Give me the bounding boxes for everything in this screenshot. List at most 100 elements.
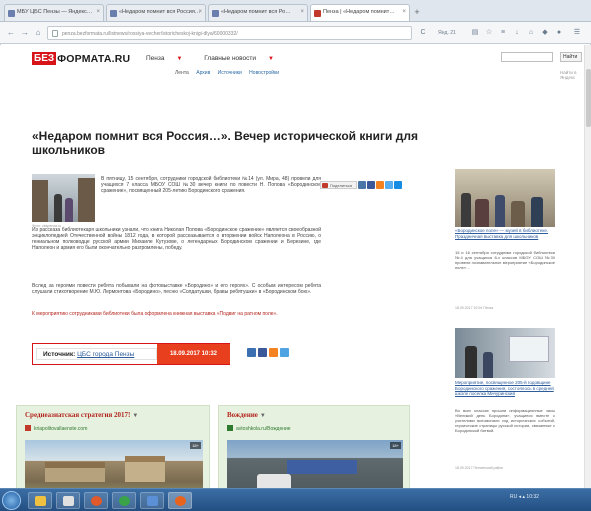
browser-tab-active[interactable]: Пенза | «Недаром помнит… × [310,4,410,21]
vk-share-icon[interactable] [358,181,367,189]
browser-tab[interactable]: МБУ ЦБС Пензы — Яндекс… × [4,4,104,21]
browser-tab[interactable]: «Недаром помнит вся Россия… × [106,4,206,21]
source-info: Источник: ЦБС города Пензы [36,348,157,360]
sidebar-news-text: Во всех классах прошли информационные ча… [455,408,555,433]
sidebar-news-link[interactable]: «Бородинское поле» — музей в библиотеке.… [455,228,555,239]
taskbar-media[interactable] [84,492,108,509]
subnav-item[interactable]: Новостройки [249,70,279,76]
close-tab-icon[interactable]: × [300,9,304,15]
forward-button[interactable]: → [20,28,30,38]
tab-label: «Недаром помнит вся Россия… [119,9,201,15]
address-bar[interactable]: penza.bezformata.ru/listnews/rossiya-vec… [47,26,412,40]
reader-icon[interactable]: ▤ [470,28,480,38]
new-tab-button[interactable]: + [411,7,423,18]
favicon-icon [25,425,31,431]
search-engine-box[interactable]: Янд. 21 [430,28,464,38]
subnav-item[interactable]: Лента [175,70,189,76]
close-tab-icon[interactable]: × [402,9,406,15]
subnav-item[interactable]: Источники [218,70,242,76]
facebook-icon[interactable] [258,348,267,357]
twitter-share-icon[interactable] [385,181,394,189]
source-label: Источник: [43,351,76,358]
chevron-down-icon: ▼ [132,413,139,419]
tab-label: Пенза | «Недаром помнит… [323,9,395,15]
taskbar-app[interactable] [56,492,80,509]
folder-icon [35,496,46,506]
extension-icon[interactable]: ● [554,28,564,38]
sidebar-news-text: 15 и 16 сентября сотрудники городской би… [455,250,555,270]
publish-date: 18.09.2017 10:32 [157,344,230,364]
taskbar-explorer[interactable] [28,492,52,509]
close-tab-icon[interactable]: × [96,9,100,15]
system-tray[interactable]: RU ◂ ▴ 10:32 [510,494,539,500]
url-text: penza.bezformata.ru/listnews/rossiya-vec… [62,31,238,37]
reload-button[interactable]: C [418,28,428,38]
site-search-input[interactable] [501,52,553,62]
age-badge: 18+ [190,442,201,449]
source-block: Источник: ЦБС города Пензы 18.09.2017 10… [32,343,230,365]
sidebar-photo[interactable] [455,169,555,227]
sidebar-photo[interactable] [455,328,555,378]
scrollbar-thumb[interactable] [586,69,591,127]
bookmark-star-icon[interactable]: ☆ [484,28,494,38]
firefox-icon [175,496,186,506]
tab-label: МБУ ЦБС Пензы — Яндекс… [17,9,93,15]
promo-title[interactable]: Среднеазиатская стратегия 2017! ▼ [25,411,138,419]
odnoklassniki-share-icon[interactable] [376,181,385,189]
nav-item-main-news[interactable]: Главные новости ▼ [204,55,284,62]
download-icon[interactable]: ↓ [512,28,522,38]
share-button[interactable]: Поделиться [320,181,358,189]
site-sub-nav: Лента Архив Источники Новостройки [175,70,285,76]
start-button[interactable] [2,491,21,510]
email-share-icon[interactable] [247,348,256,357]
page-scrollbar[interactable] [584,45,591,488]
word-icon [147,496,158,506]
sidebar-news-meta: 18.09.2017 10:04 Пенза [455,306,494,310]
twitter-icon[interactable] [280,348,289,357]
favicon-icon [212,10,219,17]
menu-icon[interactable]: ☰ [572,28,582,38]
windows-taskbar: RU ◂ ▴ 10:32 [0,488,591,511]
site-logo[interactable]: БЕЗ ФОРМАТА.RU [32,52,130,65]
article-paragraph: К мероприятию сотрудниками библиотеки бы… [32,311,278,317]
site-top-nav: Пенза ▼ Главные новости ▼ [146,55,294,62]
share-icon [322,183,328,188]
facebook-share-icon[interactable] [367,181,376,189]
lock-icon [52,30,58,37]
article-title: «Недаром помнит вся Россия…». Вечер исто… [32,129,418,157]
promo-source[interactable]: avtoshkola.ru/Вождение [227,425,291,432]
subnav-item[interactable]: Архив [196,70,210,76]
nav-item-city[interactable]: Пенза ▼ [146,55,192,62]
taskbar-chrome[interactable] [112,492,136,509]
browser-tab-bar: МБУ ЦБС Пензы — Яндекс… × «Недаром помни… [0,0,591,22]
home-page-icon[interactable]: ⌂ [526,28,536,38]
article-paragraph: Из рассказа библиотекаря школьники узнал… [32,227,321,251]
promo-title[interactable]: Вождение ▼ [227,411,266,419]
article-paragraph: Вслед за героями повести ребята побывали… [32,283,321,295]
bookmarks-icon[interactable]: ≡ [498,28,508,38]
age-badge: 18+ [390,442,401,449]
home-icon[interactable]: ⌂ [33,28,43,38]
chrome-icon [119,496,130,506]
promo-card[interactable]: Среднеазиатская стратегия 2017! ▼ kriapol… [16,405,210,499]
article-photo[interactable] [32,174,95,222]
tab-label: «Недаром помнит вся Ро… [221,9,291,15]
taskbar-firefox[interactable] [168,492,192,509]
browser-tab[interactable]: «Недаром помнит вся Ро… × [208,4,308,21]
promo-source[interactable]: kriapolitovallaenste.com [25,425,87,432]
taskbar-app[interactable] [140,492,164,509]
sidebar-news-meta: 18.09.2017 Пензенский район [455,466,504,470]
browser-nav-bar: ← → ⌂ penza.bezformata.ru/listnews/rossi… [0,22,591,44]
favicon-icon [110,10,117,17]
close-tab-icon[interactable]: × [198,9,202,15]
mailru-share-icon[interactable] [394,181,403,189]
document-icon [63,496,74,506]
promo-card[interactable]: Вождение ▼ avtoshkola.ru/Вождение 18+ [218,405,410,499]
sidebar-news-link[interactable]: Мероприятие, посвященное 205-й годовщине… [455,380,555,397]
site-search-button[interactable]: Найти [560,52,582,62]
favicon-icon [227,425,233,431]
odnoklassniki-icon[interactable] [269,348,278,357]
back-button[interactable]: ← [6,28,16,38]
source-link[interactable]: ЦБС города Пензы [77,351,134,358]
shield-icon[interactable]: ◆ [540,28,550,38]
